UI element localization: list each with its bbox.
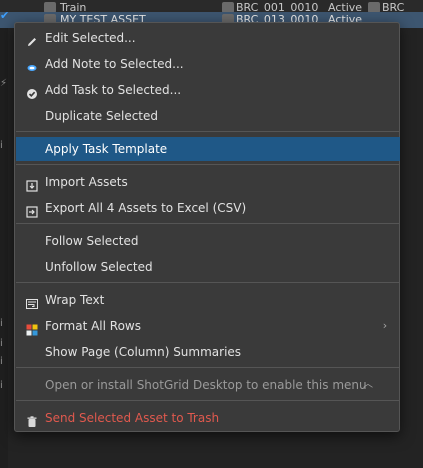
row-checkbox-icon[interactable]: ✔ <box>0 10 12 22</box>
gutter-mark: ⚡ <box>0 78 8 89</box>
menu-item-label: Wrap Text <box>45 293 105 307</box>
context-menu: Edit Selected... Add Note to Selected...… <box>14 22 400 432</box>
menu-divider <box>16 164 400 165</box>
menu-item-label: Apply Task Template <box>45 142 168 156</box>
gutter-mark: i <box>0 356 3 367</box>
format-grid-icon <box>26 320 38 336</box>
menu-item-wrap-text[interactable]: Wrap Text <box>16 288 400 312</box>
menu-item-label: Import Assets <box>45 175 128 189</box>
menu-divider <box>16 400 400 401</box>
menu-item-label: Duplicate Selected <box>45 109 159 123</box>
gutter-mark: i <box>0 338 3 349</box>
menu-item-label: Format All Rows <box>45 319 141 333</box>
menu-item-show-page-summaries[interactable]: Show Page (Column) Summaries <box>16 340 400 364</box>
menu-item-unfollow-selected[interactable]: Unfollow Selected <box>16 255 400 279</box>
gutter-mark: i <box>0 380 3 391</box>
menu-item-label: Add Note to Selected... <box>45 57 184 71</box>
menu-divider <box>16 367 400 368</box>
wrap-text-icon <box>26 294 38 309</box>
menu-divider <box>16 223 400 224</box>
menu-item-add-note[interactable]: Add Note to Selected... <box>16 52 400 76</box>
trash-icon <box>26 412 38 427</box>
menu-item-label: Export All 4 Assets to Excel (CSV) <box>45 201 247 215</box>
gutter-mark: i <box>0 140 3 151</box>
menu-item-label: Open or install ShotGrid Desktop to enab… <box>45 378 367 392</box>
menu-item-format-all-rows[interactable]: Format All Rows › <box>16 314 400 338</box>
menu-item-add-task[interactable]: Add Task to Selected... <box>16 78 400 102</box>
menu-item-edit-selected[interactable]: Edit Selected... <box>16 26 400 50</box>
menu-item-label: Follow Selected <box>45 234 139 248</box>
menu-item-apply-task-template[interactable]: Apply Task Template <box>16 137 400 161</box>
menu-item-label: Edit Selected... <box>45 31 136 45</box>
import-icon <box>26 176 38 192</box>
menu-item-label: Send Selected Asset to Trash <box>45 411 220 425</box>
menu-item-import-assets[interactable]: Import Assets <box>16 170 400 194</box>
pencil-icon <box>26 32 38 46</box>
gutter-mark: i <box>0 318 3 329</box>
left-gutter: ⚡ i i i i i <box>0 0 8 468</box>
task-check-icon <box>26 84 38 99</box>
chevron-up-icon: ︿ <box>363 379 373 390</box>
chevron-right-icon: › <box>382 319 388 332</box>
menu-item-duplicate-selected[interactable]: Duplicate Selected <box>16 104 400 128</box>
note-bubble-icon <box>26 58 38 71</box>
menu-divider <box>16 131 400 132</box>
menu-item-label: Show Page (Column) Summaries <box>45 345 242 359</box>
menu-item-label: Unfollow Selected <box>45 260 153 274</box>
menu-divider <box>16 282 400 283</box>
menu-item-follow-selected[interactable]: Follow Selected <box>16 229 400 253</box>
menu-item-export-csv[interactable]: Export All 4 Assets to Excel (CSV) <box>16 196 400 220</box>
menu-item-label: Add Task to Selected... <box>45 83 182 97</box>
export-icon <box>26 202 38 218</box>
menu-item-shotgrid-desktop: Open or install ShotGrid Desktop to enab… <box>16 373 400 397</box>
menu-item-send-to-trash[interactable]: Send Selected Asset to Trash <box>16 406 400 430</box>
